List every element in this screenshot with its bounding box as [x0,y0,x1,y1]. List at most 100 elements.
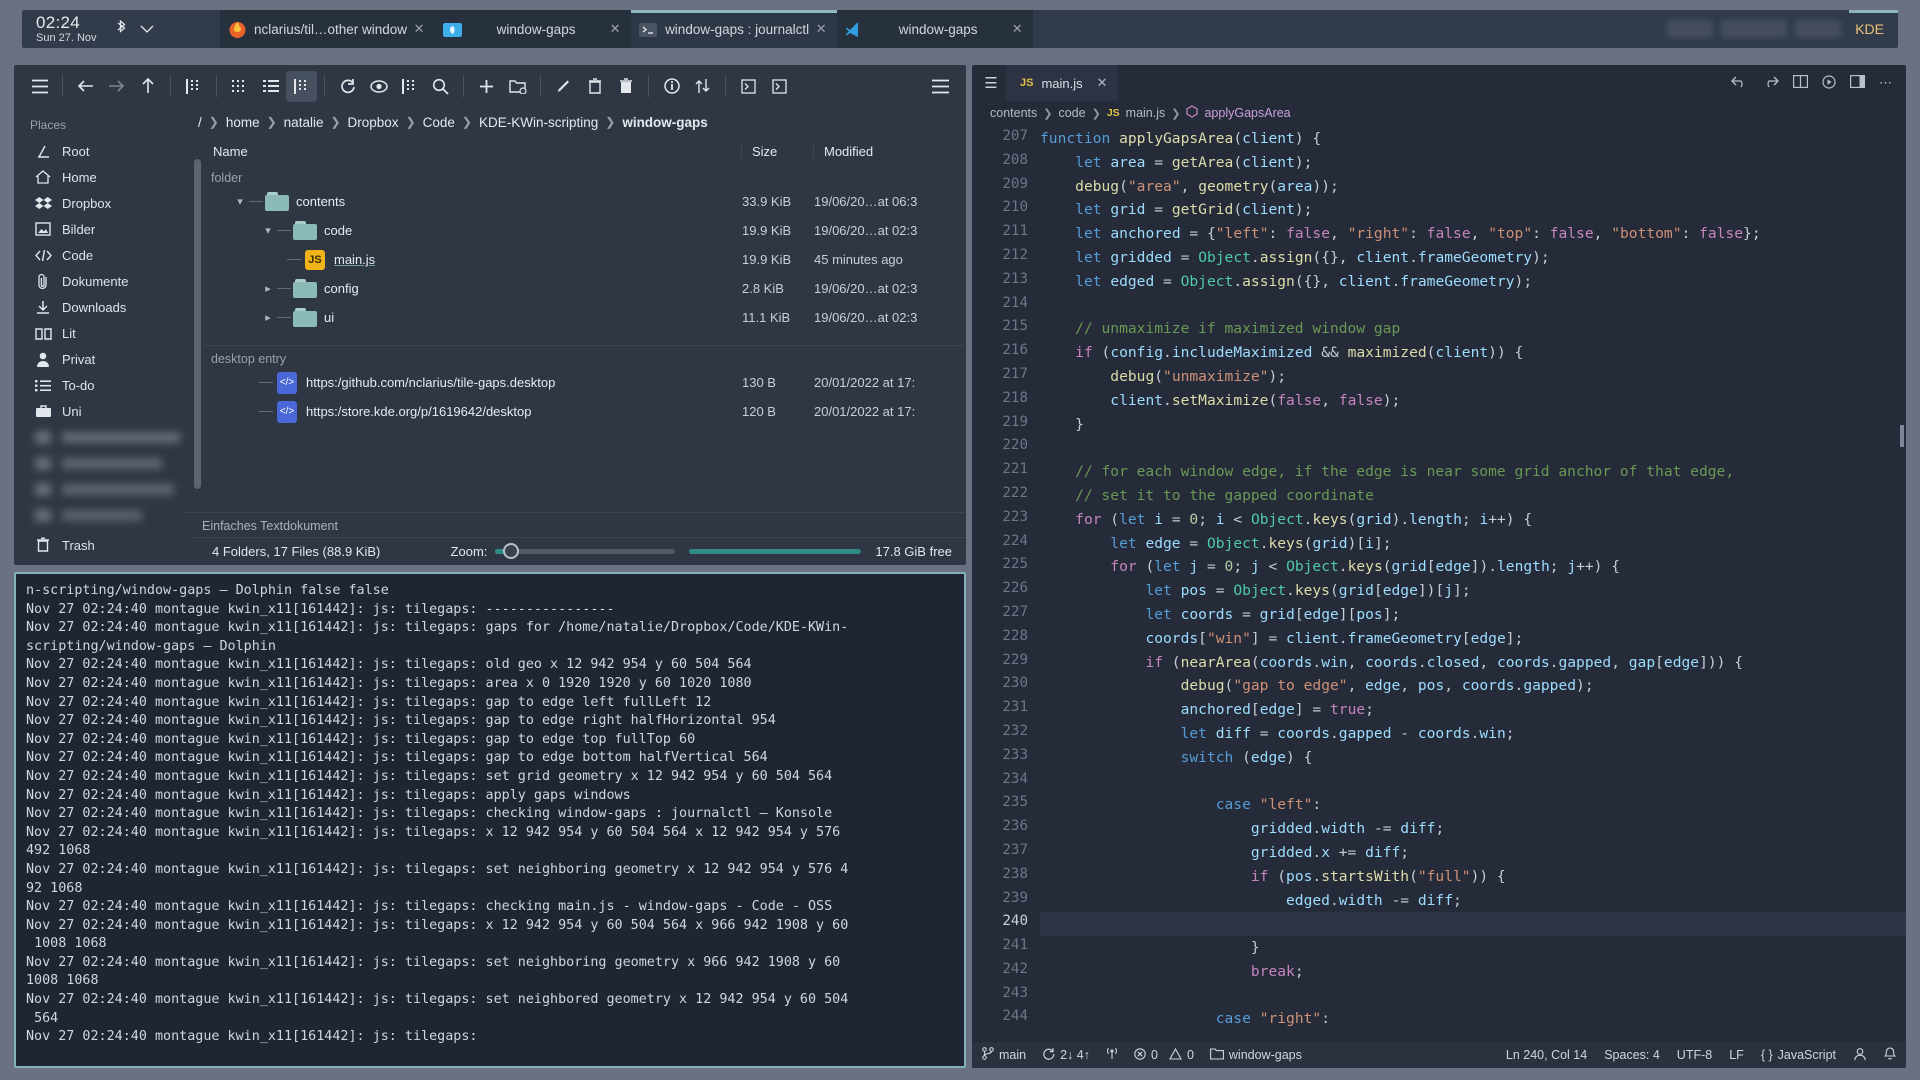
reload-icon[interactable] [332,71,363,102]
place-blurred-4[interactable] [24,502,184,528]
breadcrumb-dropbox[interactable]: Dropbox [348,115,399,130]
place-blurred-3[interactable] [24,476,184,502]
code-editor[interactable]: 2072082092102112122132142152162172182192… [972,125,1906,1042]
layout-icon[interactable] [1850,75,1865,91]
status-problems[interactable]: 0 0 [1134,1048,1194,1063]
close-icon[interactable]: ✕ [809,21,833,37]
breadcrumb-kde[interactable]: KDE-KWin-scripting [479,115,598,130]
column-name[interactable]: Name [203,144,742,159]
tray-blurred-item-2[interactable] [1721,20,1787,38]
place-todo[interactable]: To-do [24,372,184,398]
more-icon[interactable]: ⋯ [1879,75,1892,91]
view-details-icon[interactable] [255,71,286,102]
place-home[interactable]: Home [24,164,184,190]
rename-icon[interactable] [548,71,579,102]
terminal-icon[interactable] [733,71,764,102]
chevron-down-icon[interactable]: ▾ [259,224,277,237]
view-icons-icon[interactable] [224,71,255,102]
forward-icon[interactable] [101,71,132,102]
place-code[interactable]: Code [24,242,184,268]
accounts-icon[interactable] [1853,1047,1867,1064]
place-lit[interactable]: Lit [24,320,184,346]
status-language[interactable]: { } JavaScript [1761,1048,1836,1062]
task-dolphin[interactable]: window-gaps ✕ [435,10,631,48]
column-modified[interactable]: Modified [814,144,964,159]
code-content[interactable]: function applyGapsArea(client) { let are… [1040,125,1906,1031]
place-root[interactable]: Root [24,138,184,164]
minimap-slider[interactable] [1900,425,1904,447]
konsole-window[interactable]: n-scripting/window-gaps — Dolphin false … [14,572,966,1068]
place-downloads[interactable]: Downloads [24,294,184,320]
place-trash[interactable]: Trash [24,532,184,558]
new-folder-icon[interactable] [502,71,533,102]
table-row[interactable]: ▸ config 2.8 KiB 19/06/20…at 02:3 [203,274,964,303]
task-vscode[interactable]: window-gaps ✕ [837,10,1033,48]
sort-icon[interactable] [687,71,718,102]
breadcrumb-home[interactable]: home [226,115,260,130]
zoom-control[interactable]: Zoom: [451,544,862,559]
tray-blurred-item-1[interactable] [1667,20,1713,38]
redo-icon[interactable] [1762,76,1779,91]
status-branch[interactable]: main [982,1047,1026,1063]
clock-widget[interactable]: 02:24 Sun 27. Nov [22,14,108,44]
zoom-slider-knob[interactable] [503,543,519,559]
column-size[interactable]: Size [742,144,814,159]
view-compact-icon[interactable] [178,71,209,102]
table-row[interactable]: ▾ contents 33.9 KiB 19/06/20…at 06:3 [203,187,964,216]
chevron-right-icon[interactable]: ▸ [259,311,277,324]
close-icon[interactable]: ✕ [1097,75,1108,91]
split-editor-icon[interactable] [1793,75,1808,91]
desktop-pager[interactable]: KDE [1849,10,1898,48]
delete-icon[interactable] [579,71,610,102]
info-icon[interactable] [656,71,687,102]
run-icon[interactable] [1822,75,1836,92]
vscode-breadcrumb[interactable]: contents ❯ code ❯ JS main.js ❯ applyGaps… [972,101,1906,125]
table-row[interactable]: JS main.js 19.9 KiB 45 minutes ago [203,245,964,274]
place-blurred-2[interactable] [24,450,184,476]
table-row[interactable]: ▾ code 19.9 KiB 19/06/20…at 02:3 [203,216,964,245]
undo-icon[interactable] [1731,76,1748,91]
place-blurred-1[interactable] [24,424,184,450]
status-cursor-position[interactable]: Ln 240, Col 14 [1506,1048,1587,1062]
tray-blurred-item-3[interactable] [1795,20,1841,38]
table-row[interactable]: </> https:/store.kde.org/p/1619642/deskt… [203,397,964,426]
status-encoding[interactable]: UTF-8 [1677,1048,1712,1062]
view-tree-icon[interactable] [286,71,317,102]
back-icon[interactable] [70,71,101,102]
place-uni[interactable]: Uni [24,398,184,424]
search-icon[interactable] [425,71,456,102]
terminal-panel-icon[interactable] [764,71,795,102]
close-icon[interactable]: ✕ [1005,21,1029,37]
bell-icon[interactable] [1884,1047,1896,1064]
eye-icon[interactable] [363,71,394,102]
close-icon[interactable]: ✕ [603,21,627,37]
breadcrumb-code[interactable]: Code [423,115,455,130]
status-sync[interactable]: 2↓ 4↑ [1042,1047,1090,1063]
task-firefox[interactable]: nclarius/til…other window ✕ [220,10,435,48]
breadcrumb-mainjs[interactable]: main.js [1126,106,1166,120]
place-dropbox[interactable]: Dropbox [24,190,184,216]
breadcrumb-code[interactable]: code [1058,106,1085,120]
breadcrumb-current[interactable]: window-gaps [622,115,708,130]
breadcrumb[interactable]: / ❯ home ❯ natalie ❯ Dropbox ❯ Code ❯ KD… [184,107,964,137]
trash-icon[interactable] [610,71,641,102]
code-area[interactable]: function applyGapsArea(client) { let are… [1040,125,1906,1042]
status-radio[interactable] [1106,1047,1118,1063]
zoom-slider[interactable] [495,549,675,554]
vertical-scrollbar[interactable] [192,137,203,512]
status-eol[interactable]: LF [1729,1048,1744,1062]
chevron-down-icon[interactable]: ▾ [231,195,249,208]
tab-main-js[interactable]: JS main.js ✕ [1006,65,1118,101]
close-icon[interactable]: ✕ [407,21,431,37]
table-row[interactable]: </> https:/github.com/nclarius/tile-gaps… [203,368,964,397]
chevron-right-icon[interactable]: ▸ [259,282,277,295]
table-row[interactable]: ▸ ui 11.1 KiB 19/06/20…at 02:3 [203,303,964,332]
up-icon[interactable] [132,71,163,102]
task-konsole[interactable]: window-gaps : journalctl ✕ [631,10,837,48]
hamburger-icon[interactable] [925,71,956,102]
breadcrumb-contents[interactable]: contents [990,106,1037,120]
breadcrumb-symbol[interactable]: applyGapsArea [1204,106,1290,120]
status-indentation[interactable]: Spaces: 4 [1604,1048,1660,1062]
menu-icon[interactable] [24,71,55,102]
bluetooth-icon[interactable] [108,19,134,40]
